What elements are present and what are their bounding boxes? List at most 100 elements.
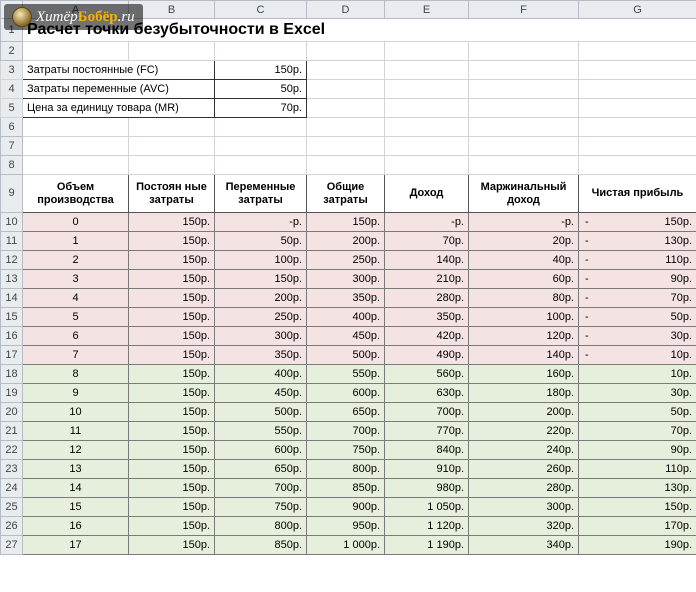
cell-md[interactable]: 320р. [469, 517, 579, 536]
cell-fc[interactable]: 150р. [129, 403, 215, 422]
cell[interactable] [385, 61, 469, 80]
cell[interactable] [307, 137, 385, 156]
cell-rev[interactable]: 560р. [385, 365, 469, 384]
cell-rev[interactable]: 980р. [385, 479, 469, 498]
param-value[interactable]: 150р. [215, 61, 307, 80]
cell-md[interactable]: -р. [469, 213, 579, 232]
cell-rev[interactable]: -р. [385, 213, 469, 232]
cell-fc[interactable]: 150р. [129, 346, 215, 365]
cell-quantity[interactable]: 10 [23, 403, 129, 422]
table-header-cell[interactable]: Чистая прибыль [579, 175, 696, 213]
cell[interactable] [215, 42, 307, 61]
cell-rev[interactable]: 420р. [385, 327, 469, 346]
col-header[interactable]: G [579, 1, 696, 19]
cell-np[interactable]: 150р. [579, 498, 696, 517]
cell[interactable] [579, 137, 696, 156]
cell-md[interactable]: 40р. [469, 251, 579, 270]
cell-np[interactable]: 190р. [579, 536, 696, 555]
cell-rev[interactable]: 1 190р. [385, 536, 469, 555]
cell-md[interactable]: 100р. [469, 308, 579, 327]
cell-np[interactable]: 70р. [579, 422, 696, 441]
cell[interactable] [469, 80, 579, 99]
spreadsheet-grid[interactable]: A B C D E F G 1Расчет точки безубыточнос… [0, 0, 696, 555]
cell-tc[interactable]: 800р. [307, 460, 385, 479]
cell-vc[interactable]: 400р. [215, 365, 307, 384]
cell-fc[interactable]: 150р. [129, 479, 215, 498]
cell-tc[interactable]: 300р. [307, 270, 385, 289]
cell[interactable] [23, 118, 129, 137]
cell[interactable] [469, 42, 579, 61]
cell-md[interactable]: 260р. [469, 460, 579, 479]
cell[interactable] [385, 137, 469, 156]
cell[interactable] [215, 137, 307, 156]
cell[interactable] [385, 99, 469, 118]
cell[interactable] [385, 80, 469, 99]
cell-quantity[interactable]: 6 [23, 327, 129, 346]
cell[interactable] [307, 99, 385, 118]
cell-fc[interactable]: 150р. [129, 232, 215, 251]
cell-md[interactable]: 340р. [469, 536, 579, 555]
table-header-cell[interactable]: Общие затраты [307, 175, 385, 213]
cell-tc[interactable]: 700р. [307, 422, 385, 441]
cell-np[interactable]: 170р. [579, 517, 696, 536]
cell[interactable] [579, 156, 696, 175]
cell-rev[interactable]: 350р. [385, 308, 469, 327]
cell-np[interactable]: -150р. [579, 213, 696, 232]
row-header[interactable]: 23 [1, 460, 23, 479]
cell-md[interactable]: 280р. [469, 479, 579, 498]
cell-rev[interactable]: 840р. [385, 441, 469, 460]
cell-fc[interactable]: 150р. [129, 460, 215, 479]
cell-md[interactable]: 180р. [469, 384, 579, 403]
param-value[interactable]: 70р. [215, 99, 307, 118]
param-label[interactable]: Цена за единицу товара (MR) [23, 99, 215, 118]
table-header-cell[interactable]: Маржинальный доход [469, 175, 579, 213]
row-header[interactable]: 15 [1, 308, 23, 327]
cell-tc[interactable]: 250р. [307, 251, 385, 270]
cell-quantity[interactable]: 1 [23, 232, 129, 251]
cell-fc[interactable]: 150р. [129, 289, 215, 308]
cell-rev[interactable]: 280р. [385, 289, 469, 308]
cell[interactable] [307, 118, 385, 137]
cell-fc[interactable]: 150р. [129, 517, 215, 536]
cell-rev[interactable]: 70р. [385, 232, 469, 251]
cell-md[interactable]: 20р. [469, 232, 579, 251]
cell-rev[interactable]: 490р. [385, 346, 469, 365]
cell-quantity[interactable]: 14 [23, 479, 129, 498]
cell-md[interactable]: 220р. [469, 422, 579, 441]
cell-quantity[interactable]: 8 [23, 365, 129, 384]
cell-tc[interactable]: 150р. [307, 213, 385, 232]
cell-np[interactable]: 30р. [579, 384, 696, 403]
cell-vc[interactable]: 450р. [215, 384, 307, 403]
cell[interactable] [469, 137, 579, 156]
cell-vc[interactable]: 800р. [215, 517, 307, 536]
row-header[interactable]: 4 [1, 80, 23, 99]
cell-vc[interactable]: 500р. [215, 403, 307, 422]
cell[interactable] [215, 156, 307, 175]
cell-fc[interactable]: 150р. [129, 422, 215, 441]
cell-np[interactable]: 90р. [579, 441, 696, 460]
cell-md[interactable]: 200р. [469, 403, 579, 422]
cell-tc[interactable]: 900р. [307, 498, 385, 517]
cell-np[interactable]: 10р. [579, 365, 696, 384]
cell-quantity[interactable]: 4 [23, 289, 129, 308]
cell-tc[interactable]: 200р. [307, 232, 385, 251]
row-header[interactable]: 17 [1, 346, 23, 365]
row-header[interactable]: 20 [1, 403, 23, 422]
row-header[interactable]: 12 [1, 251, 23, 270]
cell-quantity[interactable]: 12 [23, 441, 129, 460]
cell-quantity[interactable]: 2 [23, 251, 129, 270]
cell[interactable] [129, 156, 215, 175]
cell-np[interactable]: -70р. [579, 289, 696, 308]
cell[interactable] [385, 42, 469, 61]
cell-quantity[interactable]: 15 [23, 498, 129, 517]
cell-quantity[interactable]: 0 [23, 213, 129, 232]
cell-md[interactable]: 60р. [469, 270, 579, 289]
cell-vc[interactable]: 200р. [215, 289, 307, 308]
row-header[interactable]: 11 [1, 232, 23, 251]
cell-rev[interactable]: 210р. [385, 270, 469, 289]
cell-vc[interactable]: 350р. [215, 346, 307, 365]
cell[interactable] [307, 80, 385, 99]
cell-fc[interactable]: 150р. [129, 327, 215, 346]
col-header[interactable]: E [385, 1, 469, 19]
row-header[interactable]: 9 [1, 175, 23, 213]
